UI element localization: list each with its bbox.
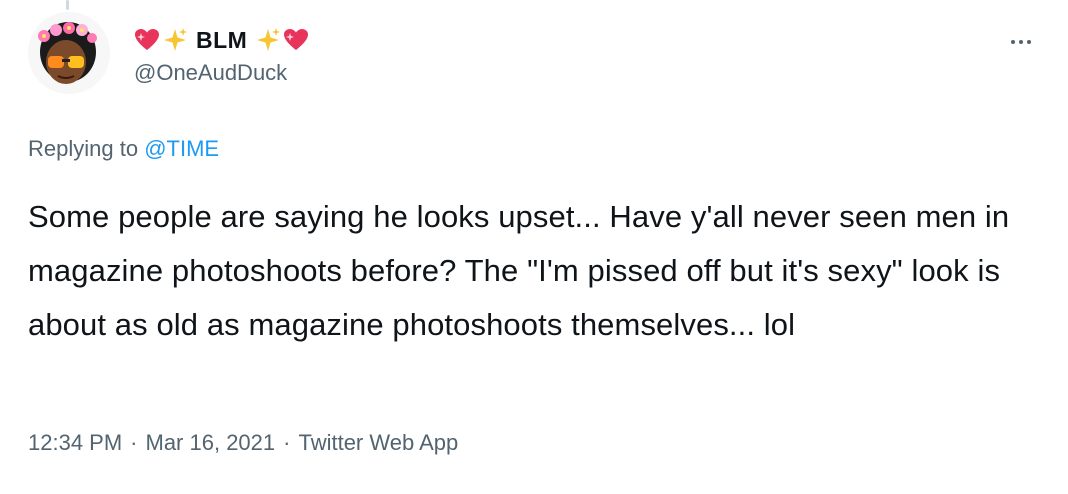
sparkles-icon	[255, 27, 281, 53]
tweet-header: BLM @OneAudDuck	[134, 24, 309, 86]
avatar-image	[28, 12, 110, 94]
tweet-text: Some people are saying he looks upset...…	[28, 199, 1010, 342]
user-handle[interactable]: @OneAudDuck	[134, 60, 309, 86]
sparkling-heart-icon	[283, 28, 309, 52]
display-name[interactable]: BLM	[134, 24, 309, 56]
thread-connector-line	[66, 0, 69, 10]
tweet-source[interactable]: Twitter Web App	[298, 430, 458, 456]
more-icon	[1019, 40, 1023, 44]
avatar[interactable]	[28, 12, 110, 94]
more-icon	[1011, 40, 1015, 44]
meta-separator: ·	[130, 430, 138, 455]
replying-to-line: Replying to @TIME	[28, 136, 219, 162]
more-options-button[interactable]	[1004, 28, 1038, 56]
display-name-text: BLM	[196, 26, 248, 53]
meta-separator: ·	[283, 430, 291, 455]
tweet-time[interactable]: 12:34 PM	[28, 430, 122, 456]
sparkles-icon	[162, 27, 188, 53]
tweet-metadata: 12:34 PM · Mar 16, 2021 · Twitter Web Ap…	[28, 430, 458, 456]
reply-mention-link[interactable]: @TIME	[144, 136, 219, 161]
tweet-date[interactable]: Mar 16, 2021	[146, 430, 276, 456]
replying-to-label: Replying to	[28, 136, 139, 161]
more-icon	[1027, 40, 1031, 44]
sparkling-heart-icon	[134, 28, 160, 52]
